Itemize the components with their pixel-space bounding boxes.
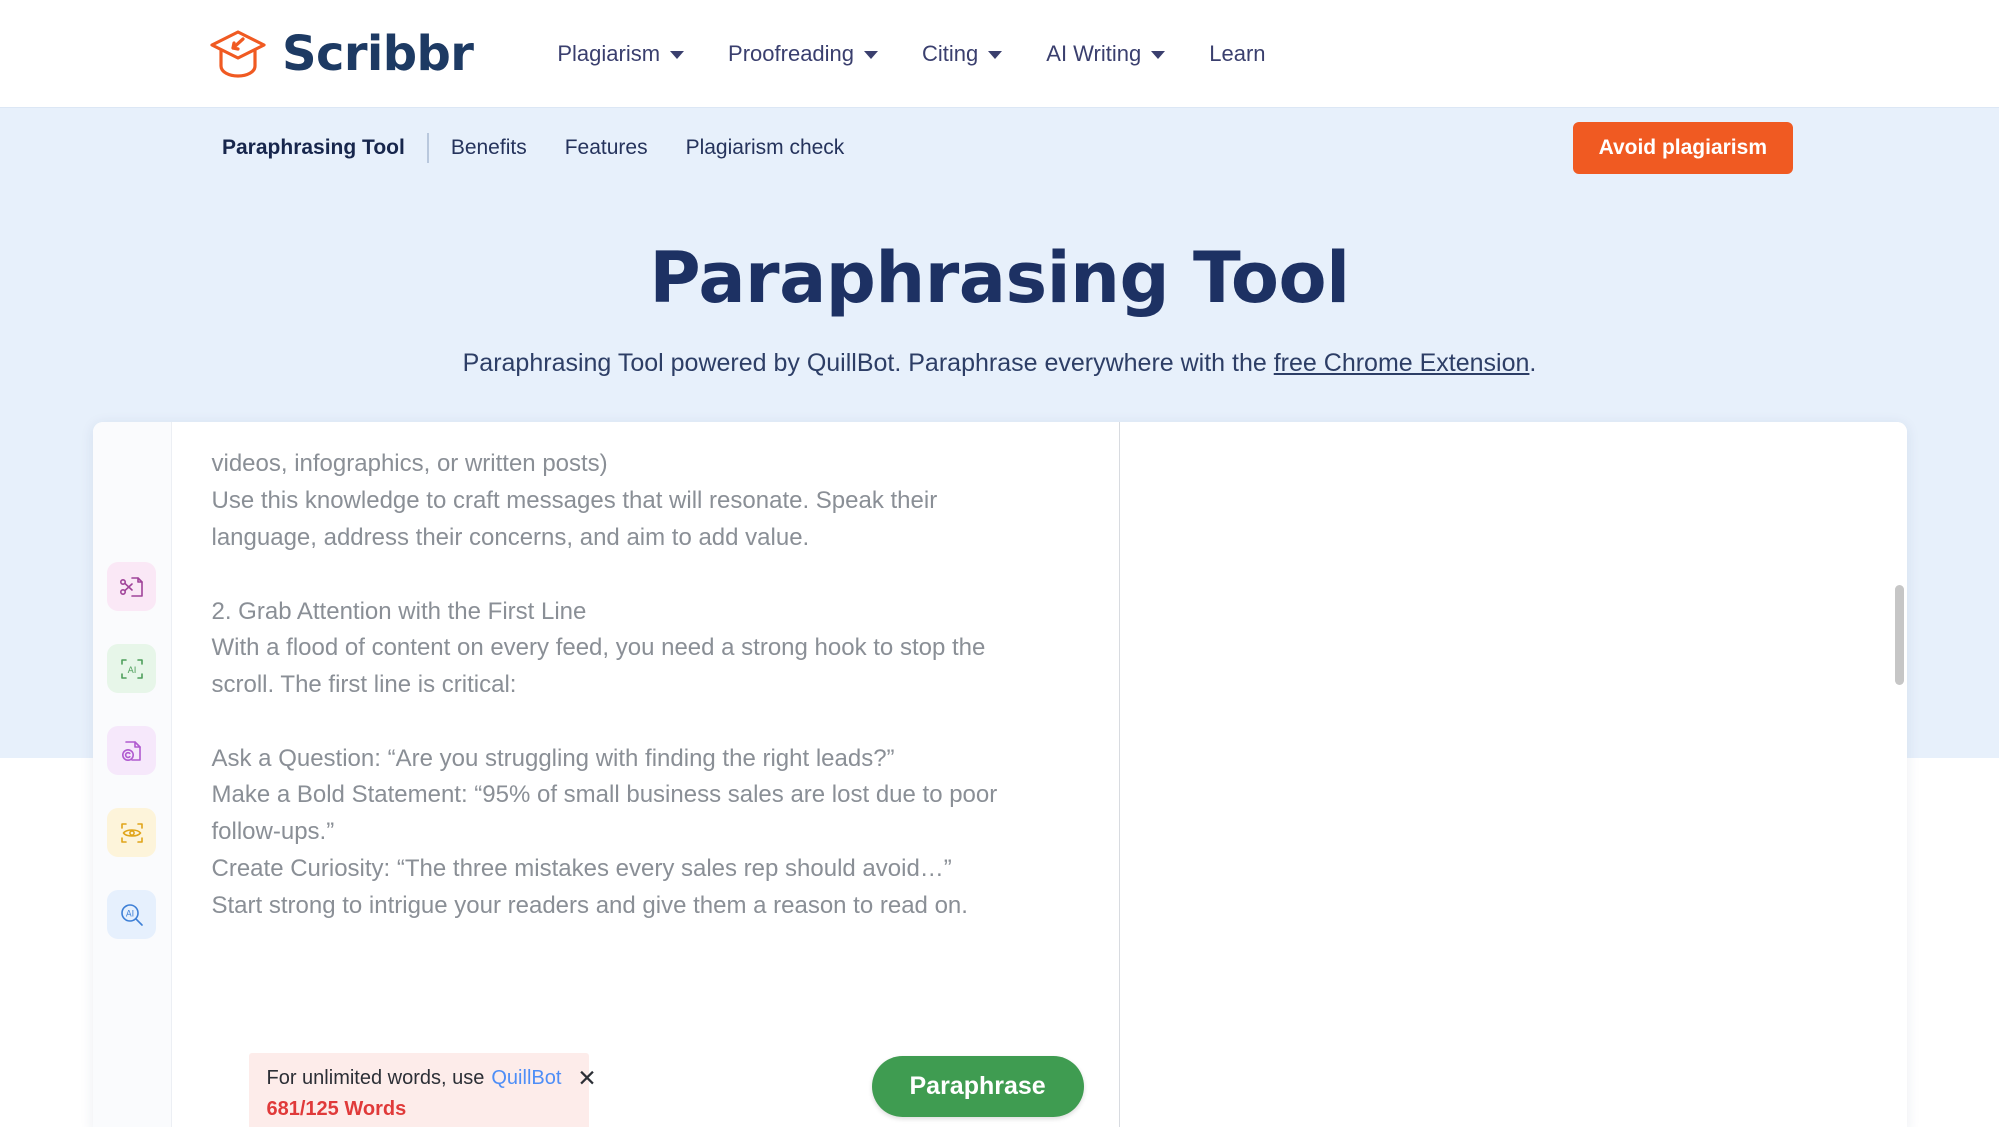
hero-subtitle-period: . (1529, 349, 1537, 378)
output-scrollbar[interactable] (1894, 432, 1904, 1127)
tool-rail: AI AI (92, 422, 172, 1127)
chevron-down-icon (864, 51, 879, 59)
source-text-editor[interactable]: videos, infographics, or written posts) … (172, 422, 1119, 1021)
doc-line: follow-ups.” (211, 818, 335, 846)
menu-item-plagiarism[interactable]: Plagiarism (535, 31, 706, 77)
chevron-down-icon (1151, 51, 1166, 59)
doc-line: language, address their concerns, and ai… (211, 523, 810, 551)
paraphrase-button[interactable]: Paraphrase (871, 1056, 1084, 1118)
brand-name: Scribbr (282, 25, 474, 82)
subnav-divider (426, 132, 429, 163)
subnav-item-benefits[interactable]: Benefits (451, 130, 527, 166)
ai-humanizer-icon[interactable]: AI (107, 890, 156, 940)
paraphraser-section: AI AI videos, infographics, or written p… (0, 378, 1999, 1127)
input-pane-footer: For unlimited words, use QuillBot ✕ 681/… (172, 1021, 1119, 1127)
menu-item-label: AI Writing (1046, 40, 1142, 66)
quillbot-upsell-banner: For unlimited words, use QuillBot ✕ 681/… (248, 1053, 597, 1127)
doc-line: Create Curiosity: “The three mistakes ev… (211, 854, 952, 882)
graduation-cap-icon (207, 26, 269, 82)
scribbr-logo[interactable]: Scribbr (207, 25, 474, 82)
menu-item-citing[interactable]: Citing (900, 31, 1024, 77)
quillbot-upsell-text-row: For unlimited words, use QuillBot ✕ (266, 1067, 597, 1090)
proofreader-icon[interactable] (107, 808, 156, 858)
menu-item-label: Citing (922, 40, 979, 66)
doc-line: Ask a Question: “Are you struggling with… (211, 744, 895, 772)
doc-line: With a flood of content on every feed, y… (211, 634, 986, 662)
subnav-item-features[interactable]: Features (565, 130, 648, 166)
doc-line-blank (212, 704, 1079, 741)
secondary-navigation-bar: Paraphrasing Tool Benefits Features Plag… (0, 107, 1999, 187)
page-title: Paraphrasing Tool (649, 237, 1350, 319)
doc-line: videos, infographics, or written posts) (211, 450, 608, 478)
svg-text:AI: AI (127, 666, 136, 676)
hero-subtitle: Paraphrasing Tool powered by QuillBot. P… (0, 349, 1999, 378)
chevron-down-icon (670, 51, 685, 59)
menu-item-label: Learn (1209, 40, 1266, 66)
menu-item-label: Proofreading (728, 40, 855, 66)
quillbot-upsell-text: For unlimited words, use (266, 1067, 485, 1090)
secondary-nav-items: Paraphrasing Tool Benefits Features Plag… (222, 130, 844, 166)
close-icon[interactable]: ✕ (577, 1067, 596, 1090)
subnav-item-plagiarism-check[interactable]: Plagiarism check (686, 130, 845, 166)
hero-section: Paraphrasing Tool Paraphrasing Tool powe… (0, 187, 1999, 379)
doc-line: Use this knowledge to craft messages tha… (211, 487, 938, 515)
doc-line: 2. Grab Attention with the First Line (211, 597, 587, 625)
ai-detector-icon[interactable]: AI (107, 644, 156, 694)
hero-subtitle-text: Paraphrasing Tool powered by QuillBot. P… (462, 349, 1274, 378)
summarizer-icon[interactable] (107, 562, 156, 612)
doc-line: scroll. The first line is critical: (211, 670, 517, 698)
paraphraser-card: AI AI videos, infographics, or written p… (92, 422, 1907, 1127)
menu-item-label: Plagiarism (557, 40, 661, 66)
menu-item-ai-writing[interactable]: AI Writing (1024, 31, 1187, 77)
menu-item-learn[interactable]: Learn (1187, 31, 1287, 77)
subnav-item-paraphrasing-tool[interactable]: Paraphrasing Tool (222, 130, 405, 166)
chevron-down-icon (988, 51, 1003, 59)
output-pane[interactable] (1119, 422, 1907, 1127)
svg-text:AI: AI (125, 909, 133, 919)
chrome-extension-link[interactable]: free Chrome Extension (1274, 349, 1530, 377)
menu-item-proofreading[interactable]: Proofreading (706, 31, 900, 77)
doc-line: Make a Bold Statement: “95% of small bus… (211, 781, 998, 809)
doc-line: Start strong to intrigue your readers an… (211, 891, 968, 919)
citation-generator-icon[interactable] (107, 726, 156, 776)
top-navigation-bar: Scribbr Plagiarism Proofreading Citing A… (0, 0, 1999, 107)
input-pane: videos, infographics, or written posts) … (172, 422, 1120, 1127)
quillbot-link[interactable]: QuillBot (491, 1067, 561, 1090)
doc-line-blank (212, 557, 1079, 594)
avoid-plagiarism-button[interactable]: Avoid plagiarism (1572, 121, 1793, 174)
scrollbar-thumb[interactable] (1894, 585, 1904, 686)
word-count: 681/125 Words (266, 1098, 407, 1121)
main-menu: Plagiarism Proofreading Citing AI Writin… (535, 31, 1287, 77)
